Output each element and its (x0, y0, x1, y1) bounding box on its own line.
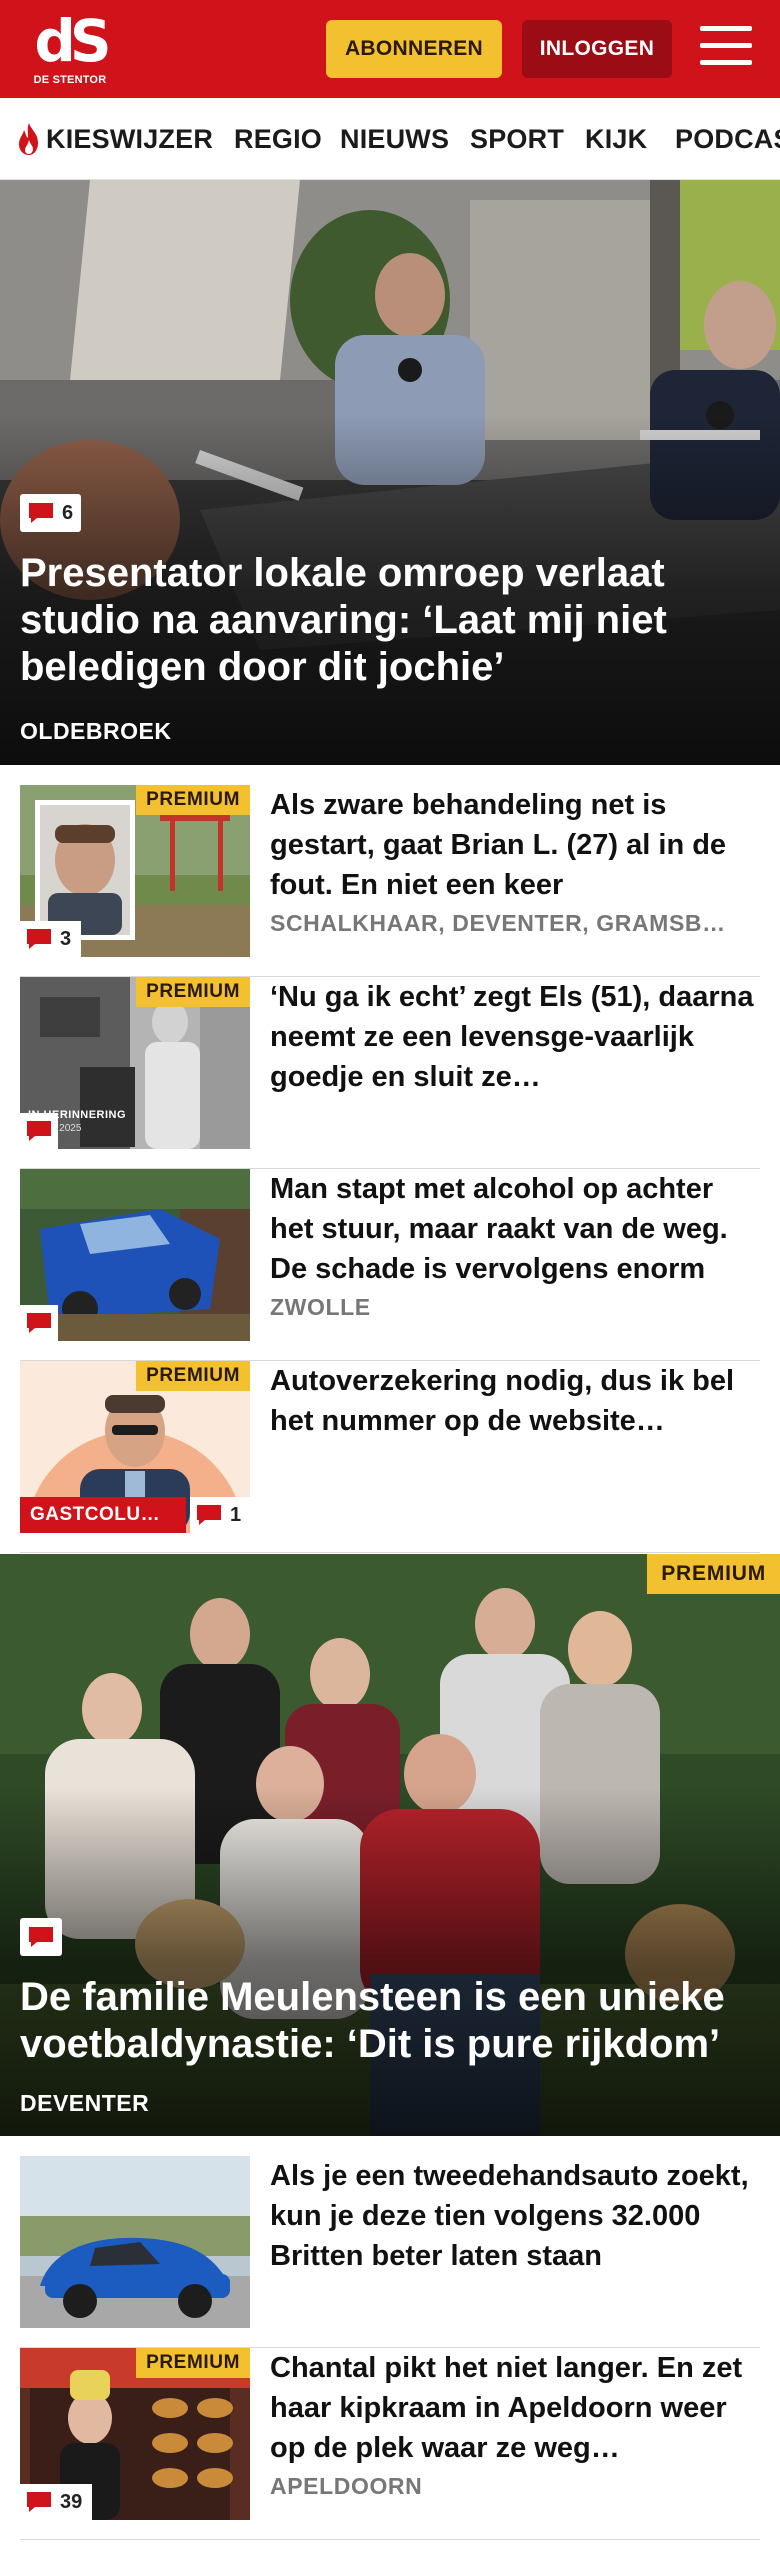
article-headline[interactable]: Als zware behandeling net is gestart, ga… (270, 785, 760, 905)
comment-count: 6 (62, 501, 74, 524)
list-item[interactable]: PREMIUM 3 Als zware behandeling net is g… (20, 785, 760, 977)
premium-badge: PREMIUM (136, 1361, 250, 1391)
article-thumbnail: PREMIUM GASTCOLU… 1 (20, 1361, 250, 1533)
featured-article[interactable]: PREMIUM De familie Meulensteen is een un… (0, 1554, 780, 2136)
comment-badge[interactable]: 1 (190, 1497, 250, 1533)
list-item[interactable]: IN HERINNERING 1974 - 2025 PREMIUM ‘Nu g… (20, 977, 760, 1169)
article-thumbnail: PREMIUM 3 (20, 785, 250, 957)
list-item[interactable]: Man stapt met alcohol op achter het stuu… (20, 1169, 760, 1361)
article-thumbnail: PREMIUM 39 (20, 2348, 250, 2520)
nav-label-nieuws: NIEUWS (340, 123, 450, 154)
nav-label-podcast: PODCAS (675, 123, 780, 154)
nav-label-sport: SPORT (470, 123, 565, 154)
comment-badge[interactable] (20, 1305, 58, 1341)
hamburger-icon[interactable] (700, 26, 752, 70)
flame-icon (19, 123, 38, 155)
article-headline[interactable]: Chantal pikt het niet langer. En zet haa… (270, 2348, 760, 2468)
article-headline[interactable]: Man stapt met alcohol op achter het stuu… (270, 1169, 760, 1289)
featured-headline[interactable]: De familie Meulensteen is een unieke voe… (20, 1974, 760, 2068)
article-headline[interactable]: Autoverzekering nodig, dus ik bel het nu… (270, 1361, 760, 1441)
nav-item-sport[interactable]: SPORT (470, 98, 565, 179)
article-thumbnail: IN HERINNERING 1974 - 2025 PREMIUM (20, 977, 250, 1149)
article-headline[interactable]: ‘Nu ga ik echt’ zegt Els (51), daarna ne… (270, 977, 760, 1097)
site-logo[interactable]: dS DE STENTOR (30, 7, 112, 86)
subscribe-button[interactable]: ABONNEREN (326, 20, 502, 78)
comment-icon (197, 1505, 221, 1525)
thumbnail-image (20, 2156, 250, 2328)
nav-item-nieuws[interactable]: NIEUWS (340, 98, 450, 179)
logo-subtitle: DE STENTOR (33, 74, 107, 86)
comment-badge[interactable]: 39 (20, 2484, 93, 2520)
featured-location: DEVENTER (20, 2090, 150, 2116)
comment-badge[interactable] (20, 1113, 58, 1149)
nav-label-kijk: KIJK (585, 123, 648, 154)
article-location: SCHALKHAAR, DEVENTER, GRAMSB… (270, 910, 726, 936)
logo-mark: dS (34, 7, 111, 75)
featured-comment-badge[interactable] (20, 1918, 62, 1956)
nav-item-kieswijzer[interactable]: KIESWIJZER (16, 98, 214, 179)
article-thumbnail (20, 1169, 250, 1341)
premium-badge: PREMIUM (647, 1554, 780, 1594)
comment-count: 39 (60, 2490, 83, 2513)
comment-icon (27, 1313, 51, 1333)
nav-item-podcast[interactable]: PODCAS (675, 98, 780, 179)
comment-icon (27, 1121, 51, 1141)
premium-badge: PREMIUM (136, 2348, 250, 2378)
comment-count: 1 (230, 1503, 242, 1526)
nav-label-regio: REGIO (234, 123, 323, 154)
list-item[interactable]: PREMIUM GASTCOLU… 1 Autoverzekering nodi… (20, 1361, 760, 1553)
article-location: ZWOLLE (270, 1294, 371, 1320)
comment-icon (29, 1927, 53, 1947)
column-label: GASTCOLU… (20, 1497, 186, 1533)
list-item[interactable]: Als je een tweedehandsauto zoekt, kun je… (20, 2156, 760, 2348)
hero-location: OLDEBROEK (20, 718, 172, 744)
premium-badge: PREMIUM (136, 785, 250, 815)
premium-badge: PREMIUM (136, 977, 250, 1007)
nav-label-kieswijzer: KIESWIJZER (46, 123, 214, 154)
article-thumbnail (20, 2156, 250, 2328)
site-header: dS DE STENTOR ABONNEREN INLOGGEN (0, 0, 780, 98)
hero-headline[interactable]: Presentator lokale omroep verlaat studio… (20, 550, 740, 691)
comment-icon (29, 503, 53, 523)
comment-count: 3 (60, 927, 72, 950)
login-button[interactable]: INLOGGEN (522, 20, 672, 78)
comment-icon (27, 2492, 51, 2512)
section-nav: KIESWIJZER REGIO NIEUWS SPORT KIJK PODCA… (0, 98, 780, 180)
nav-item-regio[interactable]: REGIO (234, 98, 323, 179)
hero-article[interactable]: 6 Presentator lokale omroep verlaat stud… (0, 180, 780, 765)
nav-item-kijk[interactable]: KIJK (585, 98, 648, 179)
hero-comment-badge[interactable]: 6 (20, 494, 82, 532)
comment-badge[interactable]: 3 (20, 921, 82, 957)
article-location: APELDOORN (270, 2473, 423, 2499)
list-item[interactable]: PREMIUM 39 Chantal pikt het niet langer.… (20, 2348, 760, 2540)
comment-icon (27, 929, 51, 949)
article-headline[interactable]: Als je een tweedehandsauto zoekt, kun je… (270, 2156, 760, 2276)
